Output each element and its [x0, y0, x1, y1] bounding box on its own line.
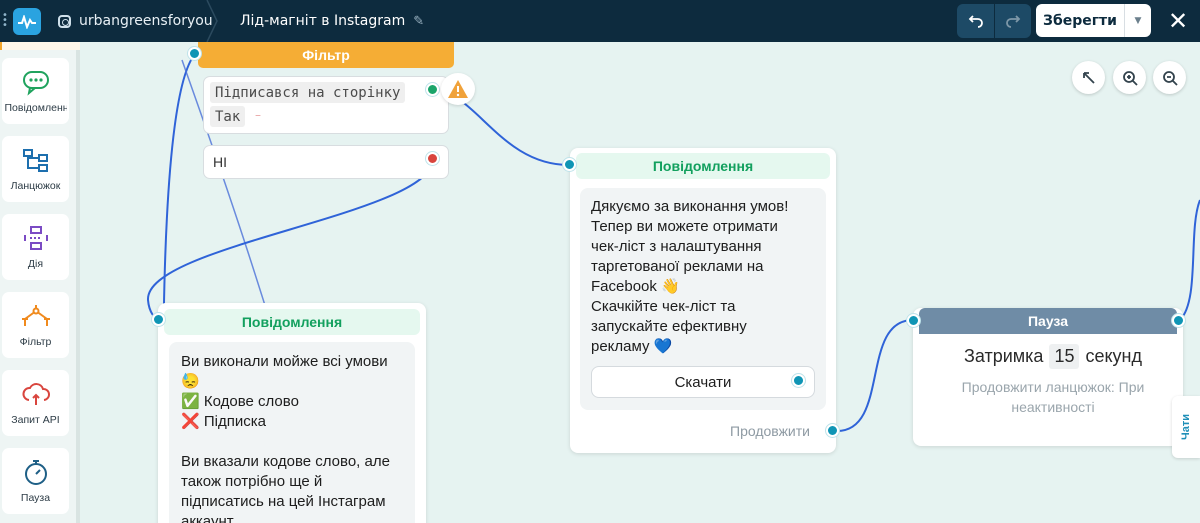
condition-value-chip: Так [210, 106, 246, 127]
filter-no-output-port[interactable] [426, 152, 439, 165]
account-name: urbangreensforyou [79, 13, 213, 29]
sidebar-item-pause[interactable]: Пауза [2, 448, 69, 514]
message-line: таргетованої реклами на [591, 258, 764, 275]
history-controls [957, 4, 1031, 38]
sidebar-item-label: Запит API [11, 414, 60, 426]
app-logo-icon[interactable] [13, 8, 41, 35]
pause-delay: Затримка 15 секунд [914, 344, 1192, 369]
zoom-out-icon [1162, 70, 1178, 86]
download-button-label: Скачати [674, 373, 732, 391]
pause-output-port[interactable] [1172, 314, 1185, 327]
redo-button[interactable] [994, 4, 1031, 38]
tool-sidebar: Повідомлення Ланцюжок Дія Фільтр Запит A… [0, 50, 78, 523]
message-line: Ви виконали мойже всі умови [181, 353, 388, 370]
warning-badge[interactable] [441, 73, 475, 105]
filter-condition-no[interactable]: НІ [203, 145, 449, 179]
message-line: ✅ Кодове слово [181, 393, 299, 410]
continue-output-port[interactable] [826, 424, 839, 437]
download-button[interactable]: Скачати [591, 366, 815, 398]
no-branch-label: НІ [213, 154, 227, 170]
message-line [181, 432, 403, 452]
message-line: Скачкійте чек-ліст та [591, 298, 736, 315]
sidebar-item-label: Повідомлення [4, 102, 67, 114]
filter-icon [21, 305, 50, 326]
filter-yes-output-port[interactable] [426, 83, 439, 96]
delay-value: 15 [1049, 344, 1080, 369]
zoom-in-icon [1122, 70, 1138, 86]
message-node-title[interactable]: Повідомлення [164, 309, 420, 335]
message-line: Facebook 👋 [591, 278, 680, 295]
undo-icon [968, 15, 983, 28]
chain-icon [22, 149, 48, 172]
sidebar-item-label: Фільтр [19, 336, 52, 348]
undo-button[interactable] [957, 4, 994, 38]
message-line: чек-ліст з налаштування [591, 238, 762, 255]
message-line: Тепер ви можете отримати [591, 218, 778, 235]
message-line: підписатись на цей Інстаграм [181, 493, 386, 510]
message-left-input-port[interactable] [152, 313, 165, 326]
sidebar-item-label: Дія [27, 258, 44, 270]
zoom-in-button[interactable] [1113, 61, 1146, 94]
message-left-text[interactable]: Ви виконали мойже всі умови 😓 ✅ Кодове с… [169, 342, 415, 523]
sidebar-item-api[interactable]: Запит API [2, 370, 69, 436]
zoom-out-button[interactable] [1153, 61, 1186, 94]
drag-handle-icon[interactable]: • • • [2, 11, 8, 31]
message-line: рекламу 💙 [591, 338, 673, 355]
breadcrumb-separator-icon [206, 0, 218, 42]
stopwatch-icon [24, 460, 47, 485]
delay-unit: секунд [1085, 346, 1142, 366]
flow-title-text: Лід-магніт в Instagram [240, 13, 406, 29]
download-button-port[interactable] [792, 374, 805, 387]
chat-bubble-icon [22, 71, 49, 96]
sidebar-item-chain[interactable]: Ланцюжок [2, 136, 69, 202]
condition-field-chip: Підписався на сторінку [210, 82, 406, 103]
filter-input-port[interactable] [188, 47, 201, 60]
message-line: запускайте ефективну [591, 318, 747, 335]
message-line: аккаунт [181, 513, 234, 523]
message-line: Ви вказали кодове слово, але [181, 453, 390, 470]
message-line: Дякуємо за виконання умов! [591, 198, 789, 215]
pause-subtitle: Продовжити ланцюжок: При неактивності [961, 379, 1145, 415]
api-cloud-icon [22, 383, 50, 405]
chats-tab-label[interactable]: Чати [1173, 414, 1199, 440]
instagram-icon [58, 14, 71, 28]
delay-prefix: Затримка [963, 346, 1044, 366]
fit-view-button[interactable] [1072, 61, 1105, 94]
condition-dash: – [255, 108, 261, 122]
flow-title[interactable]: Лід-магніт в Instagram ✎ [240, 0, 424, 42]
sidebar-item-label: Ланцюжок [10, 180, 61, 192]
message-right-input-port[interactable] [563, 158, 576, 171]
message-line: 😓 [181, 373, 200, 390]
save-button[interactable]: Зберегти [1036, 13, 1124, 29]
save-options-chevron-icon[interactable]: ▼ [1124, 4, 1151, 37]
action-icon [23, 226, 48, 250]
message-node-title[interactable]: Повідомлення [576, 153, 830, 179]
pause-node-title[interactable]: Пауза [919, 308, 1177, 334]
message-line: також потрібно ще й [181, 473, 323, 490]
pause-input-port[interactable] [907, 314, 920, 327]
message-line: ❌ Підписка [181, 413, 266, 430]
sidebar-item-label: Пауза [20, 492, 51, 504]
top-bar: • • • urbangreensforyou Лід-магніт в Insta… [0, 0, 1200, 42]
sidebar-item-action[interactable]: Дія [2, 214, 69, 280]
sidebar-item-message[interactable]: Повідомлення [2, 58, 69, 124]
warning-icon [448, 80, 468, 98]
continue-label: Продовжити [730, 423, 810, 439]
account-selector[interactable]: urbangreensforyou [58, 0, 213, 42]
filter-node-title[interactable]: Фільтр [198, 42, 454, 68]
sidebar-item-filter[interactable]: Фільтр [2, 292, 69, 358]
edit-pencil-icon[interactable]: ✎ [413, 14, 424, 29]
expand-arrow-icon [1082, 71, 1095, 84]
redo-icon [1006, 15, 1021, 28]
save-button-group: Зберегти ▼ [1036, 4, 1151, 37]
close-button[interactable]: ✕ [1166, 6, 1190, 36]
